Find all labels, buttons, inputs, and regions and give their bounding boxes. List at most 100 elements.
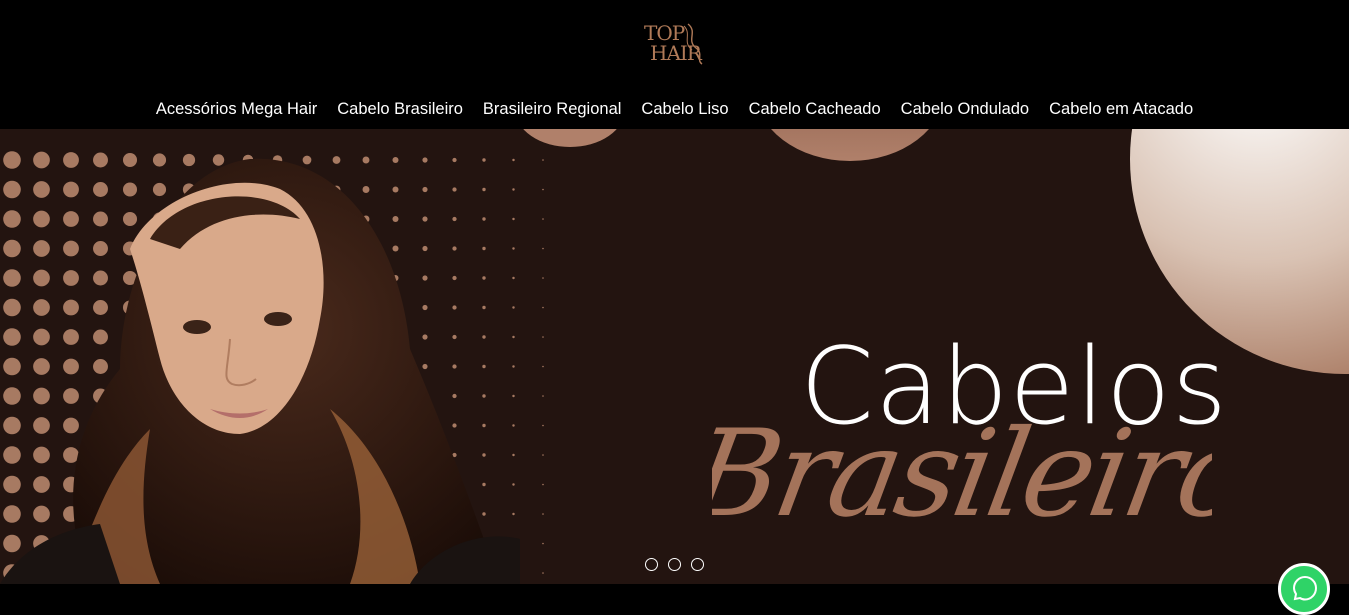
halftone-dot: [93, 300, 108, 315]
decor-blob-small: [523, 129, 617, 147]
halftone-dot: [392, 156, 399, 164]
halftone-dot: [422, 245, 428, 252]
halftone-dot: [63, 358, 79, 375]
halftone-dot: [452, 305, 457, 310]
halftone-dot: [3, 210, 21, 228]
slide-dot-1[interactable]: [645, 558, 658, 571]
halftone-dot: [63, 152, 79, 168]
halftone-dot: [33, 417, 50, 434]
halftone-dot: [33, 328, 50, 346]
halftone-dot: [63, 240, 79, 257]
halftone-dot: [542, 336, 544, 338]
halftone-dot: [122, 152, 138, 168]
halftone-dot: [482, 482, 486, 487]
halftone-dot: [512, 276, 515, 280]
halftone-dot: [512, 365, 515, 368]
halftone-dot: [512, 512, 515, 516]
halftone-dot: [302, 155, 312, 165]
slide-dot-3[interactable]: [691, 558, 704, 571]
whatsapp-button[interactable]: [1278, 563, 1330, 615]
logo-text-bottom: HAIR: [650, 41, 703, 65]
halftone-dot: [452, 423, 457, 428]
halftone-dot: [422, 304, 428, 311]
halftone-dot: [512, 306, 515, 309]
halftone-dot: [33, 181, 50, 198]
halftone-dot: [93, 211, 108, 227]
halftone-dot: [512, 188, 515, 191]
halftone-dot: [3, 328, 21, 346]
halftone-dot: [152, 182, 167, 197]
halftone-dot: [422, 186, 428, 193]
hero-banner[interactable]: Cabelos Brasileiros: [0, 129, 1349, 584]
halftone-dot: [3, 505, 21, 523]
halftone-dot: [422, 363, 428, 370]
halftone-dot: [542, 483, 544, 486]
halftone-dot: [33, 299, 50, 316]
halftone-dot: [482, 246, 486, 251]
whatsapp-icon: [1292, 575, 1318, 601]
halftone-dot: [452, 157, 457, 163]
halftone-dot: [482, 364, 486, 369]
halftone-dot: [482, 335, 486, 339]
halftone-dot: [3, 475, 21, 494]
halftone-dot: [3, 534, 21, 553]
halftone-dot: [452, 393, 457, 399]
halftone-dot: [63, 299, 79, 316]
halftone-dot: [63, 329, 79, 345]
halftone-dot: [452, 187, 457, 192]
halftone-dot: [512, 394, 515, 398]
halftone-dot: [422, 275, 428, 281]
halftone-dot: [33, 358, 50, 375]
halftone-dot: [3, 357, 21, 376]
halftone-dot: [452, 275, 457, 281]
halftone-dot: [3, 269, 21, 287]
nav-item-cabelo-liso[interactable]: Cabelo Liso: [641, 96, 728, 122]
nav-item-brasileiro-regional[interactable]: Brasileiro Regional: [483, 96, 622, 122]
decor-blob-large: [771, 129, 929, 161]
halftone-dot: [452, 216, 457, 222]
halftone-dot: [93, 329, 108, 345]
halftone-dot: [512, 335, 515, 339]
halftone-dot: [542, 424, 544, 427]
halftone-dot: [93, 182, 108, 197]
halftone-dot: [482, 512, 486, 516]
nav-item-cabelo-ondulado[interactable]: Cabelo Ondulado: [901, 96, 1029, 122]
halftone-dot: [452, 246, 457, 251]
halftone-dot: [482, 305, 486, 310]
logo-mark-icon: TOP HAIR: [644, 21, 704, 65]
nav-item-acessorios-mega-hair[interactable]: Acessórios Mega Hair: [156, 96, 317, 122]
halftone-dot: [542, 188, 544, 191]
halftone-dot: [542, 513, 544, 515]
halftone-dot: [3, 387, 21, 405]
nav-item-cabelo-cacheado[interactable]: Cabelo Cacheado: [749, 96, 881, 122]
halftone-dot: [33, 269, 50, 287]
halftone-dot: [3, 298, 21, 317]
halftone-dot: [482, 217, 486, 221]
halftone-dot: [122, 182, 138, 197]
halftone-dot: [422, 157, 428, 163]
halftone-dot: [392, 186, 399, 193]
hero-script-text: Brasileiros: [712, 404, 1212, 544]
brand-logo[interactable]: TOP HAIR: [640, 18, 710, 68]
halftone-dot: [482, 187, 486, 192]
slide-dot-2[interactable]: [668, 558, 681, 571]
halftone-dot: [542, 247, 544, 250]
halftone-dot: [362, 156, 370, 164]
halftone-dot: [542, 365, 544, 368]
halftone-dot: [33, 240, 50, 257]
halftone-dot: [63, 447, 79, 463]
halftone-dot: [542, 159, 544, 161]
nav-item-cabelo-em-atacado[interactable]: Cabelo em Atacado: [1049, 96, 1193, 122]
halftone-dot: [362, 186, 370, 193]
slider-pagination: [645, 558, 704, 571]
halftone-dot: [63, 388, 79, 404]
halftone-dot: [33, 505, 50, 523]
halftone-dot: [452, 364, 457, 369]
halftone-dot: [542, 395, 544, 397]
site-header: TOP HAIR Acessórios Mega Hair Cabelo Bra…: [0, 0, 1349, 129]
halftone-dot: [542, 306, 544, 309]
halftone-dot: [542, 218, 544, 220]
halftone-dot: [63, 417, 79, 434]
halftone-dot: [3, 239, 21, 258]
nav-item-cabelo-brasileiro[interactable]: Cabelo Brasileiro: [337, 96, 463, 122]
